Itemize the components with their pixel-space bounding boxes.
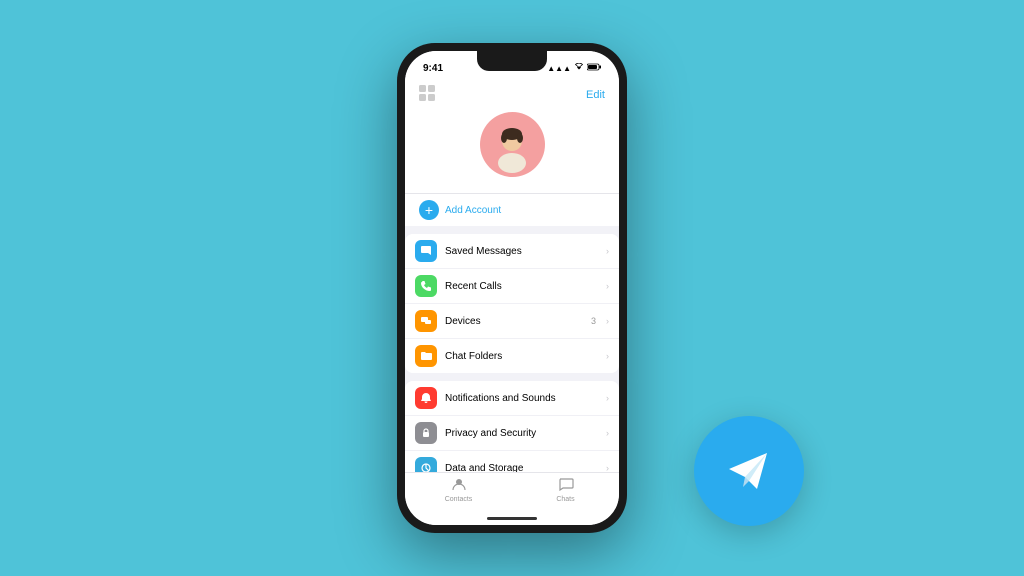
menu-item-privacy[interactable]: Privacy and Security › (405, 416, 619, 451)
profile-section (405, 112, 619, 193)
chat-folders-icon (415, 345, 437, 367)
privacy-icon (415, 422, 437, 444)
data-storage-label: Data and Storage (445, 463, 598, 473)
devices-label: Devices (445, 316, 583, 327)
menu-icon[interactable] (419, 85, 435, 104)
phone-notch (477, 51, 547, 71)
menu-item-recent-calls[interactable]: Recent Calls › (405, 269, 619, 304)
status-icons: ▲▲▲ (547, 63, 601, 73)
menu-group-2: Notifications and Sounds › Privacy and S… (405, 381, 619, 472)
menu-item-data-storage[interactable]: Data and Storage › (405, 451, 619, 472)
notifications-icon (415, 387, 437, 409)
battery-icon (587, 63, 601, 73)
scroll-content: + Add Account Saved Messages › (405, 193, 619, 472)
devices-badge: 3 (591, 316, 596, 326)
home-indicator (405, 511, 619, 525)
menu-item-devices[interactable]: Devices 3 › (405, 304, 619, 339)
add-dot: + (419, 200, 439, 220)
data-storage-icon (415, 457, 437, 472)
chats-tab-icon (558, 477, 574, 494)
saved-messages-label: Saved Messages (445, 246, 598, 257)
phone-screen: 9:41 ▲▲▲ (405, 51, 619, 525)
notifications-chevron: › (606, 393, 609, 403)
privacy-label: Privacy and Security (445, 428, 598, 439)
tab-bar: Contacts Chats (405, 472, 619, 511)
plus-icon: + (425, 202, 433, 218)
menu-item-notifications[interactable]: Notifications and Sounds › (405, 381, 619, 416)
menu-group-1: Saved Messages › Recent Calls › (405, 234, 619, 373)
saved-messages-icon (415, 240, 437, 262)
tab-contacts[interactable]: Contacts (405, 477, 512, 503)
contacts-tab-icon (451, 477, 467, 494)
recent-calls-chevron: › (606, 281, 609, 291)
menu-item-saved-messages[interactable]: Saved Messages › (405, 234, 619, 269)
avatar (480, 112, 545, 177)
notifications-label: Notifications and Sounds (445, 393, 598, 404)
app-header: Edit (405, 79, 619, 112)
recent-calls-label: Recent Calls (445, 281, 598, 292)
chats-tab-label: Chats (556, 496, 574, 503)
wifi-icon (574, 63, 584, 73)
phone-frame: 9:41 ▲▲▲ (397, 43, 627, 533)
contacts-tab-label: Contacts (445, 496, 473, 503)
devices-icon (415, 310, 437, 332)
data-storage-chevron: › (606, 463, 609, 472)
saved-messages-chevron: › (606, 246, 609, 256)
telegram-logo (694, 416, 804, 526)
menu-item-chat-folders[interactable]: Chat Folders › (405, 339, 619, 373)
privacy-chevron: › (606, 428, 609, 438)
edit-button[interactable]: Edit (586, 89, 605, 101)
recent-calls-icon (415, 275, 437, 297)
chat-folders-label: Chat Folders (445, 351, 598, 362)
scene: 9:41 ▲▲▲ (0, 0, 1024, 576)
status-time: 9:41 (423, 63, 443, 74)
signal-icon: ▲▲▲ (547, 64, 571, 73)
add-account-label: Add Account (445, 205, 501, 216)
chat-folders-chevron: › (606, 351, 609, 361)
add-account-row[interactable]: + Add Account (405, 193, 619, 226)
home-bar (487, 517, 537, 520)
devices-chevron: › (606, 316, 609, 326)
tab-chats[interactable]: Chats (512, 477, 619, 503)
